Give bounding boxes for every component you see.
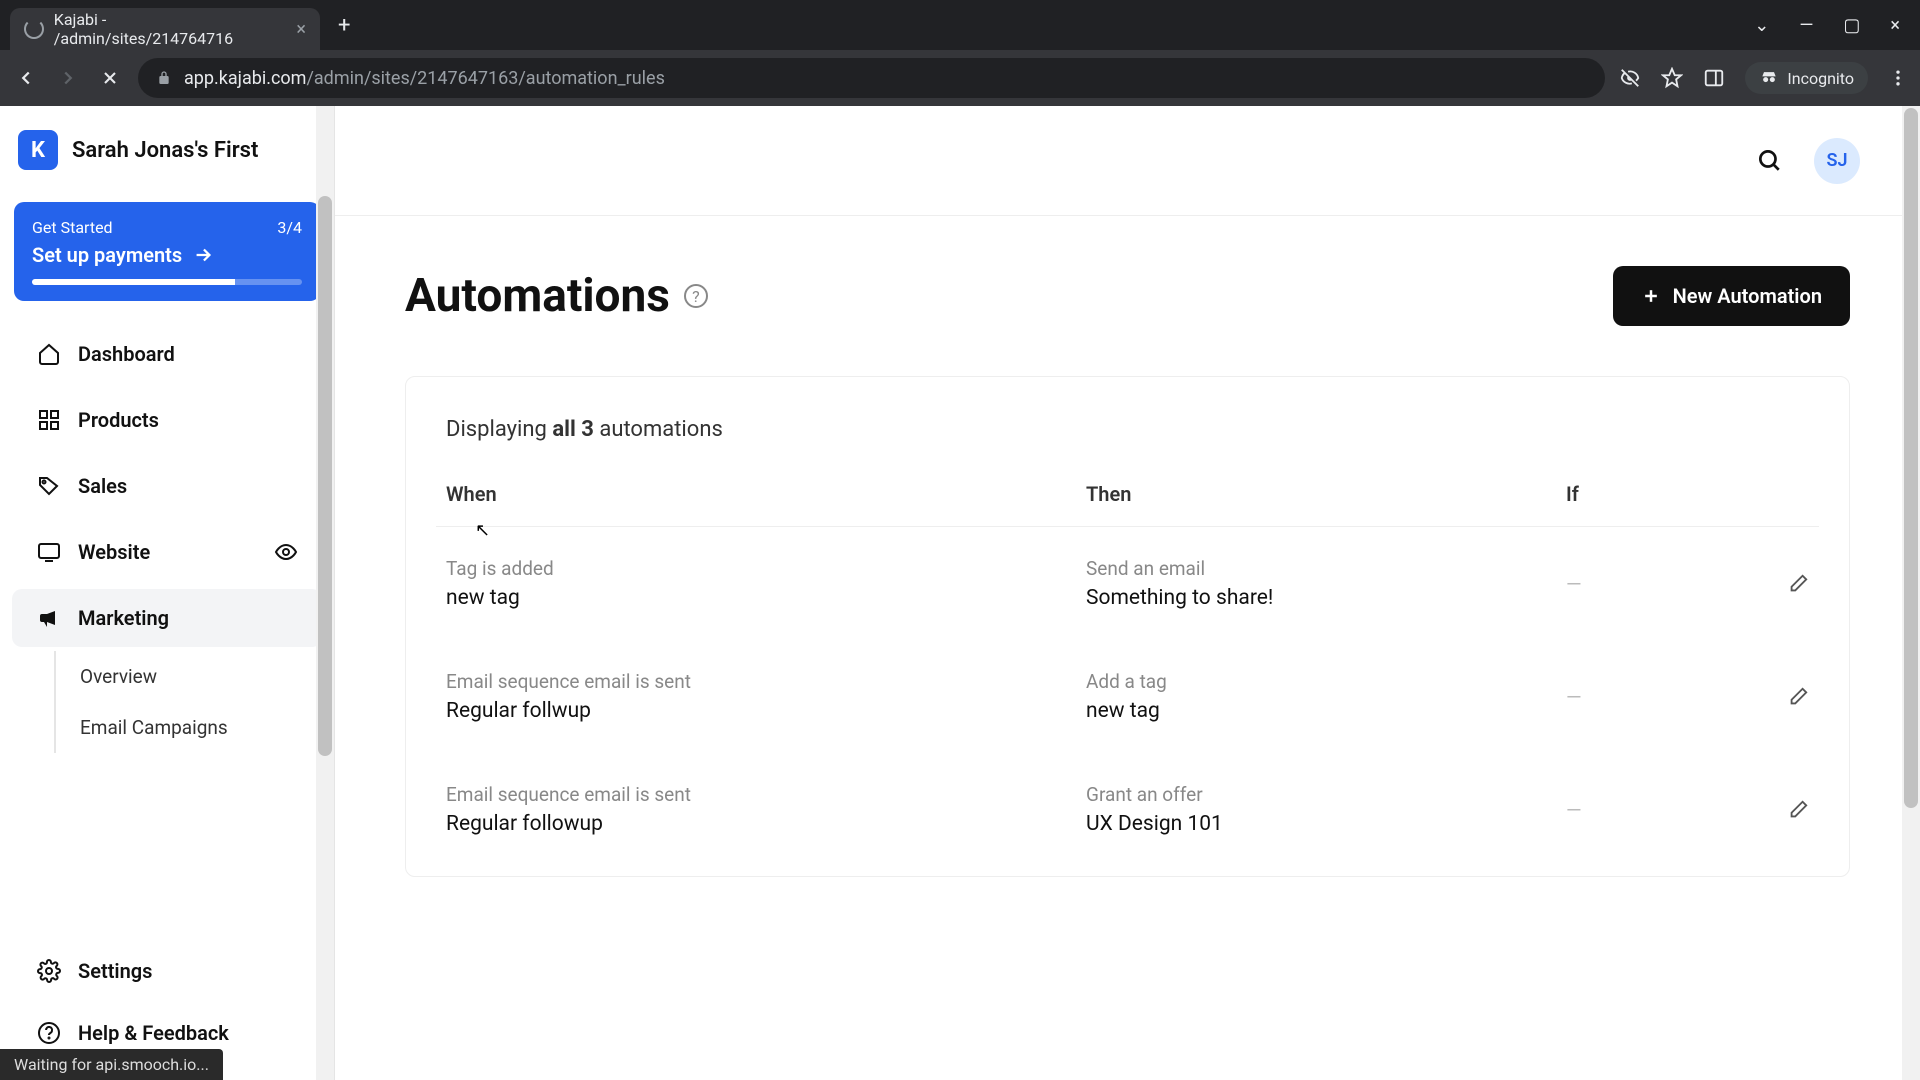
minimize-icon[interactable]: — — [1799, 15, 1813, 36]
edit-button[interactable] — [1787, 573, 1809, 595]
sidebar-scrollbar[interactable] — [316, 106, 334, 1080]
menu-dots-icon[interactable] — [1888, 68, 1908, 88]
get-started-label: Get Started — [32, 218, 113, 237]
then-value: Something to share! — [1086, 586, 1566, 610]
tag-icon — [36, 473, 62, 499]
column-if: If — [1566, 482, 1686, 506]
eye-off-icon[interactable] — [1619, 67, 1641, 89]
then-type: Grant an offer — [1086, 783, 1566, 806]
browser-tab-strip: Kajabi - /admin/sites/214764716 × + ⌄ — … — [0, 0, 1920, 50]
when-value: Regular followup — [446, 812, 1086, 836]
when-type: Email sequence email is sent — [446, 783, 1086, 806]
site-name: Sarah Jonas's First — [72, 138, 258, 163]
table-row[interactable]: Email sequence email is sent Regular fol… — [436, 753, 1819, 866]
get-started-cta: Set up payments — [32, 243, 182, 267]
forward-button[interactable] — [54, 64, 82, 92]
window-controls: ⌄ — ▢ × — [1754, 15, 1920, 36]
topbar: SJ — [335, 106, 1920, 216]
displaying-count: Displaying all 3 automations — [436, 417, 1819, 442]
if-value: — — [1566, 685, 1686, 709]
user-avatar[interactable]: SJ — [1814, 138, 1860, 184]
new-tab-button[interactable]: + — [338, 13, 350, 38]
subnav-email-campaigns[interactable]: Email Campaigns — [60, 702, 334, 753]
app-container: K Sarah Jonas's First Get Started 3/4 Se… — [0, 106, 1920, 1080]
maximize-icon[interactable]: ▢ — [1843, 15, 1860, 36]
table-row[interactable]: Tag is added new tag Send an email Somet… — [436, 527, 1819, 640]
then-type: Send an email — [1086, 557, 1566, 580]
browser-tab[interactable]: Kajabi - /admin/sites/214764716 × — [10, 8, 320, 50]
monitor-icon — [36, 539, 62, 565]
if-value: — — [1566, 798, 1686, 822]
edit-button[interactable] — [1787, 799, 1809, 821]
close-tab-icon[interactable]: × — [296, 19, 306, 40]
if-value: — — [1566, 572, 1686, 596]
tab-dropdown-icon[interactable]: ⌄ — [1754, 15, 1769, 36]
eye-icon[interactable] — [274, 540, 298, 564]
marketing-submenu: Overview Email Campaigns — [54, 651, 334, 753]
loading-spinner-icon — [24, 19, 44, 39]
when-type: Tag is added — [446, 557, 1086, 580]
tab-title: Kajabi - /admin/sites/214764716 — [54, 10, 287, 48]
then-value: new tag — [1086, 699, 1566, 723]
then-type: Add a tag — [1086, 670, 1566, 693]
megaphone-icon — [36, 605, 62, 631]
nav-dashboard[interactable]: Dashboard — [12, 325, 322, 383]
panel-icon[interactable] — [1703, 67, 1725, 89]
automations-table-card: Displaying all 3 automations When Then I… — [405, 376, 1850, 877]
gear-icon — [36, 958, 62, 984]
url-input[interactable]: app.kajabi.com/admin/sites/2147647163/au… — [138, 58, 1605, 98]
new-automation-button[interactable]: New Automation — [1613, 266, 1850, 326]
nav-marketing[interactable]: Marketing — [12, 589, 322, 647]
arrow-right-icon — [192, 244, 214, 266]
home-icon — [36, 341, 62, 367]
brand[interactable]: K Sarah Jonas's First — [0, 120, 334, 194]
subnav-overview[interactable]: Overview — [60, 651, 334, 702]
close-window-icon[interactable]: × — [1890, 15, 1900, 36]
when-value: Regular follwup — [446, 699, 1086, 723]
help-tooltip-icon[interactable]: ? — [684, 284, 708, 308]
page-title: Automations — [405, 269, 670, 323]
url-text: app.kajabi.com/admin/sites/2147647163/au… — [184, 68, 665, 89]
sidebar: K Sarah Jonas's First Get Started 3/4 Se… — [0, 106, 335, 1080]
table-header: When Then If — [436, 482, 1819, 527]
grid-icon — [36, 407, 62, 433]
incognito-badge[interactable]: Incognito — [1745, 62, 1868, 94]
when-type: Email sequence email is sent — [446, 670, 1086, 693]
incognito-icon — [1759, 68, 1779, 88]
search-button[interactable] — [1756, 147, 1784, 175]
lock-icon — [156, 70, 172, 86]
column-when: When — [446, 482, 1086, 506]
nav-settings[interactable]: Settings — [12, 942, 322, 1000]
get-started-progress-text: 3/4 — [277, 218, 302, 237]
help-icon — [36, 1020, 62, 1046]
then-value: UX Design 101 — [1086, 812, 1566, 836]
table-row[interactable]: Email sequence email is sent Regular fol… — [436, 640, 1819, 753]
progress-bar — [32, 279, 302, 285]
nav-products[interactable]: Products — [12, 391, 322, 449]
nav-sales[interactable]: Sales — [12, 457, 322, 515]
star-icon[interactable] — [1661, 67, 1683, 89]
nav-website[interactable]: Website — [12, 523, 322, 581]
plus-icon — [1641, 286, 1661, 306]
main-content: SJ Automations ? New Automation Displayi… — [335, 106, 1920, 1080]
get-started-card[interactable]: Get Started 3/4 Set up payments — [14, 202, 320, 301]
main-scrollbar[interactable] — [1902, 106, 1920, 1080]
address-bar: app.kajabi.com/admin/sites/2147647163/au… — [0, 50, 1920, 106]
browser-status-bar: Waiting for api.smooch.io... — [0, 1049, 223, 1080]
edit-button[interactable] — [1787, 686, 1809, 708]
when-value: new tag — [446, 586, 1086, 610]
page-header: Automations ? New Automation — [405, 266, 1850, 326]
column-then: Then — [1086, 482, 1566, 506]
brand-logo: K — [18, 130, 58, 170]
back-button[interactable] — [12, 64, 40, 92]
stop-reload-button[interactable] — [96, 64, 124, 92]
